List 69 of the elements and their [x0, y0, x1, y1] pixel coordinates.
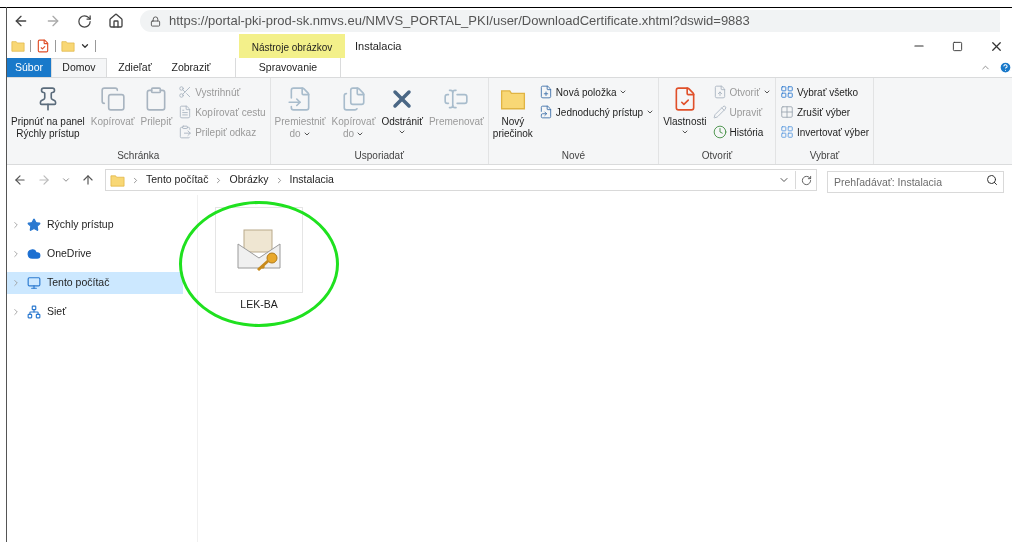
ribbon-button[interactable]: Jednoduchý prístup [536, 103, 657, 121]
search-field[interactable]: Prehľadávať: Instalacia [827, 171, 1004, 193]
clock-icon [712, 125, 727, 139]
nav-item[interactable]: Rýchly prístup [7, 214, 183, 236]
reload-icon[interactable] [77, 13, 92, 29]
ribbon-tab[interactable]: Domov [51, 58, 107, 77]
breadcrumb-item[interactable]: Obrázky [229, 172, 269, 188]
scissors-icon [178, 85, 193, 99]
star-icon [27, 218, 41, 232]
breadcrumb-item[interactable]: Tento počítač [146, 172, 209, 188]
ribbon-button[interactable]: Nový priečinok [490, 82, 535, 146]
group-label: Otvoriť [700, 149, 734, 163]
certificate-envelope-icon [236, 228, 282, 272]
lock-icon [150, 15, 161, 27]
monitor-icon [27, 276, 41, 290]
recent-caret-icon[interactable] [61, 175, 71, 185]
ribbon-tab[interactable]: Spravovanie [235, 58, 341, 77]
address-field[interactable]: Tento počítač Obrázky Instalacia [105, 169, 817, 191]
back-icon[interactable] [13, 173, 27, 187]
ribbon-button[interactable]: Odstrániť [379, 82, 425, 146]
search-icon [986, 174, 998, 186]
path-icon [178, 105, 193, 119]
ribbon-button[interactable]: Zrušiť výber [777, 103, 872, 121]
ribbon-button[interactable]: Vybrať všetko [777, 83, 872, 101]
file-link-icon [538, 105, 553, 119]
grid-icon [779, 105, 794, 119]
group-label: Usporiadať [353, 149, 405, 163]
customize-caret-icon[interactable] [80, 41, 90, 51]
folder-icon [61, 39, 75, 53]
ribbon-button[interactable]: Vlastnosti [661, 82, 709, 146]
ribbon-tab[interactable]: Zobraziť [163, 58, 219, 77]
group-label: Vybrať [808, 149, 841, 163]
window-title: Instalacia [354, 39, 402, 54]
network-icon [27, 305, 41, 319]
nav-item[interactable]: Sieť [7, 301, 183, 323]
home-icon[interactable] [108, 13, 124, 29]
maximize-icon[interactable] [952, 40, 963, 52]
ribbon-button[interactable]: História [710, 123, 773, 141]
separator-chevron-icon [131, 175, 140, 185]
pages-icon [340, 86, 367, 112]
pencil-icon [712, 105, 727, 119]
check-document-icon[interactable] [36, 39, 50, 53]
back-icon[interactable] [13, 13, 29, 29]
nav-item[interactable]: Tento počítač [7, 272, 183, 294]
ribbon-tab[interactable]: Súbor [7, 58, 51, 77]
cloud-icon [27, 247, 41, 261]
new-file-icon [538, 85, 553, 99]
grid-icon [779, 85, 794, 99]
clipboard-icon [178, 125, 193, 139]
refresh-icon[interactable] [801, 174, 812, 186]
url-text: https://portal-pki-prod-sk.nmvs.eu/NMVS_PORTAL_PKI/user/DownloadCertificate.xhtml?dswid=9883 [169, 12, 750, 31]
group-label: Schránka [116, 149, 161, 163]
ribbon-button[interactable]: Invertovať výber [777, 123, 872, 141]
up-icon[interactable] [81, 173, 95, 187]
folder-icon [11, 39, 25, 53]
folder-icon [110, 172, 125, 188]
nav-item[interactable]: OneDrive [7, 243, 183, 265]
ribbon-button[interactable]: Pripnúť na panel Rýchly prístup [9, 82, 87, 146]
forward-icon[interactable] [45, 13, 61, 29]
file-open-icon [712, 85, 727, 99]
ribbon-tab[interactable]: Zdieľať [107, 58, 163, 77]
grid-icon [779, 125, 794, 139]
breadcrumb-item[interactable]: Instalacia [289, 172, 334, 188]
context-tab-header: Nástroje obrázkov [239, 34, 345, 58]
help-icon[interactable] [999, 61, 1012, 74]
group-label: Nové [560, 149, 587, 163]
ribbon-button[interactable]: Nová položka [536, 83, 657, 101]
url-bar[interactable]: https://portal-pki-prod-sk.nmvs.eu/NMVS_PORTAL_PKI/user/DownloadCertificate.xhtml?dswid=9883 [140, 10, 1000, 32]
pages-icon [99, 86, 126, 112]
